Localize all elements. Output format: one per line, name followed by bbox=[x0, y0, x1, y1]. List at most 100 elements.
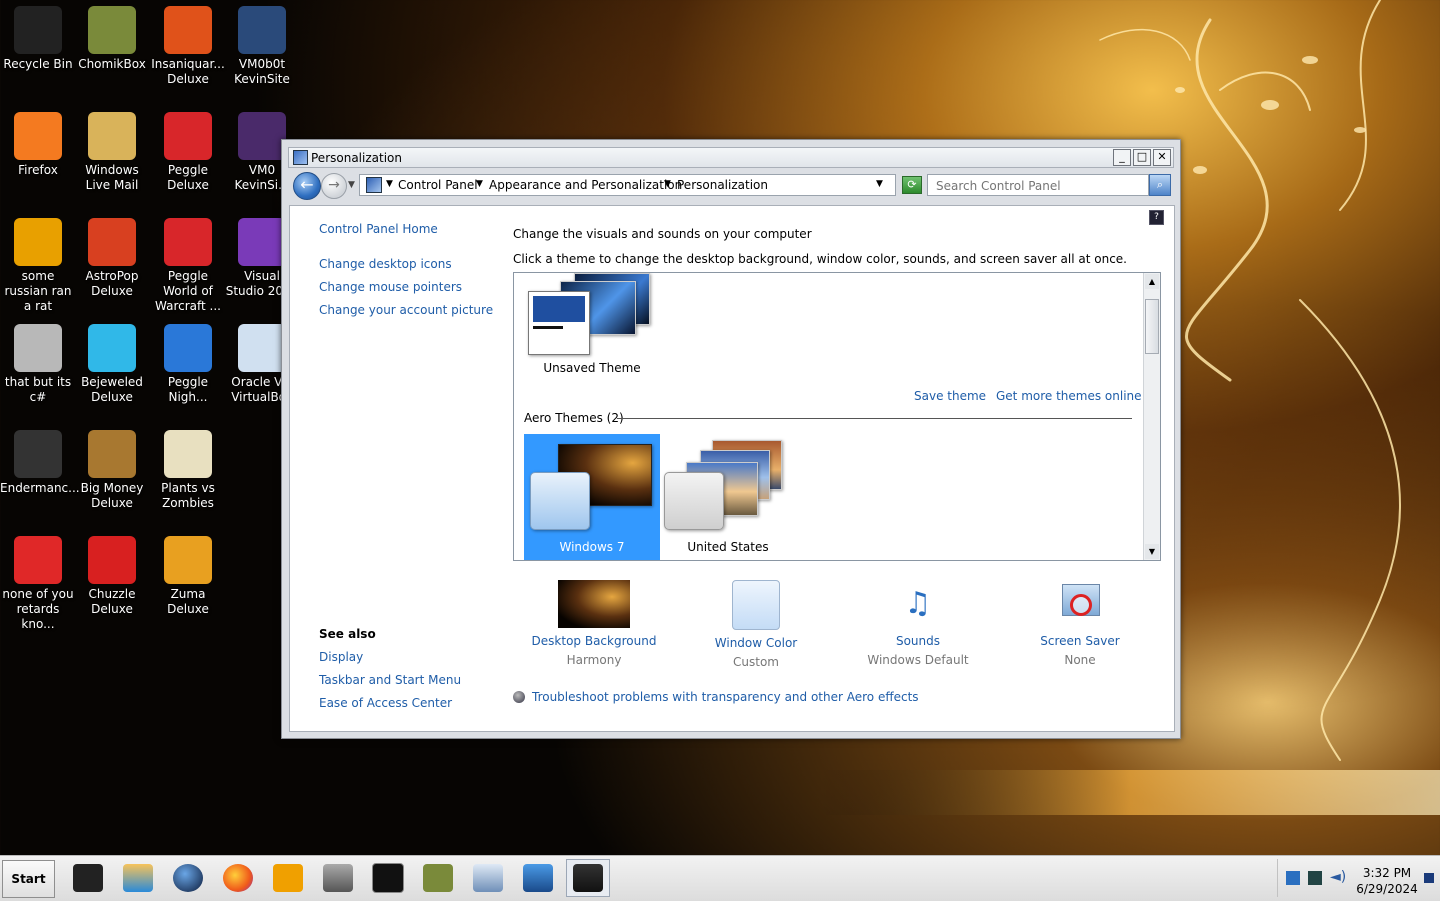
desktop-icon[interactable]: Windows Live Mail bbox=[74, 106, 150, 193]
tray-app-icon[interactable] bbox=[1286, 871, 1300, 885]
address-bar[interactable]: ▼ Control Panel ▼ Appearance and Persona… bbox=[359, 174, 896, 196]
chevron-down-icon[interactable]: ▼ bbox=[476, 179, 483, 189]
get-more-themes-link[interactable]: Get more themes online bbox=[996, 389, 1142, 403]
change-account-picture-link[interactable]: Change your account picture bbox=[319, 303, 493, 317]
taskbar-de-app[interactable] bbox=[266, 859, 310, 897]
terminal-icon bbox=[372, 863, 404, 893]
minimize-button[interactable]: _ bbox=[1113, 149, 1131, 166]
desktop-background-label[interactable]: Desktop Background bbox=[524, 634, 664, 648]
window-color-label[interactable]: Window Color bbox=[686, 636, 826, 650]
window-color-value: Custom bbox=[733, 655, 779, 669]
taskbar-terminal[interactable] bbox=[66, 859, 110, 897]
desktop-icon[interactable]: ChomikBox bbox=[74, 0, 150, 72]
title-bar[interactable]: Personalization _ □ ✕ bbox=[288, 147, 1174, 168]
breadcrumb-personalization[interactable]: Personalization bbox=[677, 178, 768, 192]
taskbar-virtualbox[interactable] bbox=[466, 859, 510, 897]
theme-united-states[interactable]: United States bbox=[660, 434, 796, 560]
firefox-icon bbox=[223, 864, 253, 892]
change-desktop-icons-link[interactable]: Change desktop icons bbox=[319, 257, 452, 271]
taskbar-firefox[interactable] bbox=[216, 859, 260, 897]
taskbar-terminal-2[interactable] bbox=[366, 859, 410, 897]
desktop-icon[interactable]: Endermanc... bbox=[0, 424, 80, 496]
desktop-icon[interactable]: Peggle Nigh... bbox=[150, 318, 226, 405]
troubleshoot-label[interactable]: Troubleshoot problems with transparency … bbox=[532, 690, 919, 704]
personalization-window: Personalization _ □ ✕ ← → ▼ ▼ Control Pa… bbox=[281, 139, 1181, 739]
control-panel-icon bbox=[573, 864, 603, 892]
search-icon[interactable]: ⌕ bbox=[1149, 174, 1171, 196]
control-panel-home-link[interactable]: Control Panel Home bbox=[319, 222, 438, 236]
breadcrumb-appearance[interactable]: Appearance and Personalization bbox=[489, 178, 682, 192]
taskbar-media-player[interactable] bbox=[116, 859, 160, 897]
taskbar-windows-stack[interactable] bbox=[316, 859, 360, 897]
desktop-icon[interactable]: AstroPop Deluxe bbox=[74, 212, 150, 299]
taskbar-chomikbox[interactable] bbox=[416, 859, 460, 897]
desktop-icon[interactable]: Zuma Deluxe bbox=[150, 530, 226, 617]
taskbar-start-menu-link[interactable]: Taskbar and Start Menu bbox=[319, 673, 461, 687]
breadcrumb-control-panel[interactable]: Control Panel bbox=[398, 178, 478, 192]
desktop-icon[interactable]: some russian ran a rat bbox=[0, 212, 76, 314]
sounds-item[interactable]: ♫ Sounds Windows Default bbox=[848, 580, 988, 667]
volume-icon[interactable]: ◄) bbox=[1330, 869, 1346, 885]
search-box[interactable] bbox=[927, 174, 1149, 196]
scroll-down-icon[interactable]: ▼ bbox=[1145, 544, 1159, 559]
desktop-icon[interactable]: Chuzzle Deluxe bbox=[74, 530, 150, 617]
close-button[interactable]: ✕ bbox=[1153, 149, 1171, 166]
display-link[interactable]: Display bbox=[319, 650, 363, 664]
desktop-icon[interactable]: Peggle World of Warcraft ... bbox=[150, 212, 226, 314]
desktop-icon[interactable]: Firefox bbox=[0, 106, 76, 178]
screen-saver-label[interactable]: Screen Saver bbox=[1010, 634, 1150, 648]
desktop-icon[interactable]: VM0b0t KevinSite bbox=[224, 0, 300, 87]
virtualbox-icon bbox=[238, 324, 286, 372]
desktop-icon[interactable]: Big Money Deluxe bbox=[74, 424, 150, 511]
desktop-background-item[interactable]: Desktop Background Harmony bbox=[524, 580, 664, 667]
screen-saver-item[interactable]: Screen Saver None bbox=[1010, 580, 1150, 667]
sounds-value: Windows Default bbox=[867, 653, 969, 667]
start-button[interactable]: Start bbox=[2, 860, 55, 898]
search-input[interactable] bbox=[934, 178, 1138, 194]
taskbar-vm-xp[interactable] bbox=[516, 859, 560, 897]
peggle-icon bbox=[164, 324, 212, 372]
change-mouse-pointers-link[interactable]: Change mouse pointers bbox=[319, 280, 462, 294]
desktop-icon[interactable]: Bejeweled Deluxe bbox=[74, 318, 150, 405]
ease-of-access-link[interactable]: Ease of Access Center bbox=[319, 696, 452, 710]
refresh-button[interactable]: ⟳ bbox=[902, 176, 922, 194]
desktop-icon[interactable]: that but its c# bbox=[0, 318, 76, 405]
help-icon[interactable]: ? bbox=[1149, 210, 1164, 225]
theme-unsaved[interactable]: Unsaved Theme bbox=[524, 273, 660, 375]
desktop-icon-label: Firefox bbox=[18, 163, 58, 177]
maximize-button[interactable]: □ bbox=[1133, 149, 1151, 166]
troubleshoot-link[interactable]: Troubleshoot problems with transparency … bbox=[513, 690, 919, 704]
desktop-icon-label: ChomikBox bbox=[78, 57, 146, 71]
desktop-icon-label: Windows Live Mail bbox=[85, 163, 139, 192]
desktop-icon[interactable]: none of you retards kno... bbox=[0, 530, 76, 632]
troubleshoot-icon bbox=[513, 691, 525, 703]
theme-list-scrollbar[interactable]: ▲ ▼ bbox=[1143, 273, 1160, 560]
sounds-label[interactable]: Sounds bbox=[848, 634, 988, 648]
desktop-icon[interactable]: Recycle Bin bbox=[0, 0, 76, 72]
chomikbox-icon bbox=[423, 864, 453, 892]
desktop-icon-label: Plants vs Zombies bbox=[161, 481, 215, 510]
clock[interactable]: 3:32 PM 6/29/2024 bbox=[1352, 865, 1422, 897]
network-icon[interactable] bbox=[1308, 871, 1322, 885]
scroll-thumb[interactable] bbox=[1145, 299, 1159, 354]
desktop-icon[interactable]: Insaniquar... Deluxe bbox=[150, 0, 226, 87]
sounds-icon: ♫ bbox=[904, 586, 932, 621]
taskbar-control-panel[interactable] bbox=[566, 859, 610, 897]
recent-pages-dropdown-icon[interactable]: ▼ bbox=[348, 180, 355, 190]
firefox-icon bbox=[238, 112, 286, 160]
terminal-icon bbox=[14, 430, 62, 478]
forward-button[interactable]: → bbox=[321, 173, 347, 199]
show-desktop-icon[interactable] bbox=[1424, 873, 1434, 883]
desktop-icon[interactable]: Plants vs Zombies bbox=[150, 424, 226, 511]
chevron-down-icon[interactable]: ▼ bbox=[386, 179, 393, 189]
desktop-icon[interactable]: Peggle Deluxe bbox=[150, 106, 226, 193]
page-subheading: Click a theme to change the desktop back… bbox=[513, 252, 1127, 266]
chevron-down-icon[interactable]: ▼ bbox=[664, 179, 671, 189]
address-dropdown-icon[interactable]: ▼ bbox=[876, 179, 883, 189]
scroll-up-icon[interactable]: ▲ bbox=[1145, 274, 1159, 289]
window-color-item[interactable]: Window Color Custom bbox=[686, 580, 826, 669]
save-theme-link[interactable]: Save theme bbox=[914, 389, 986, 403]
back-button[interactable]: ← bbox=[293, 172, 321, 200]
taskbar-globe[interactable] bbox=[166, 859, 210, 897]
theme-windows-7[interactable]: Windows 7 bbox=[524, 434, 660, 560]
